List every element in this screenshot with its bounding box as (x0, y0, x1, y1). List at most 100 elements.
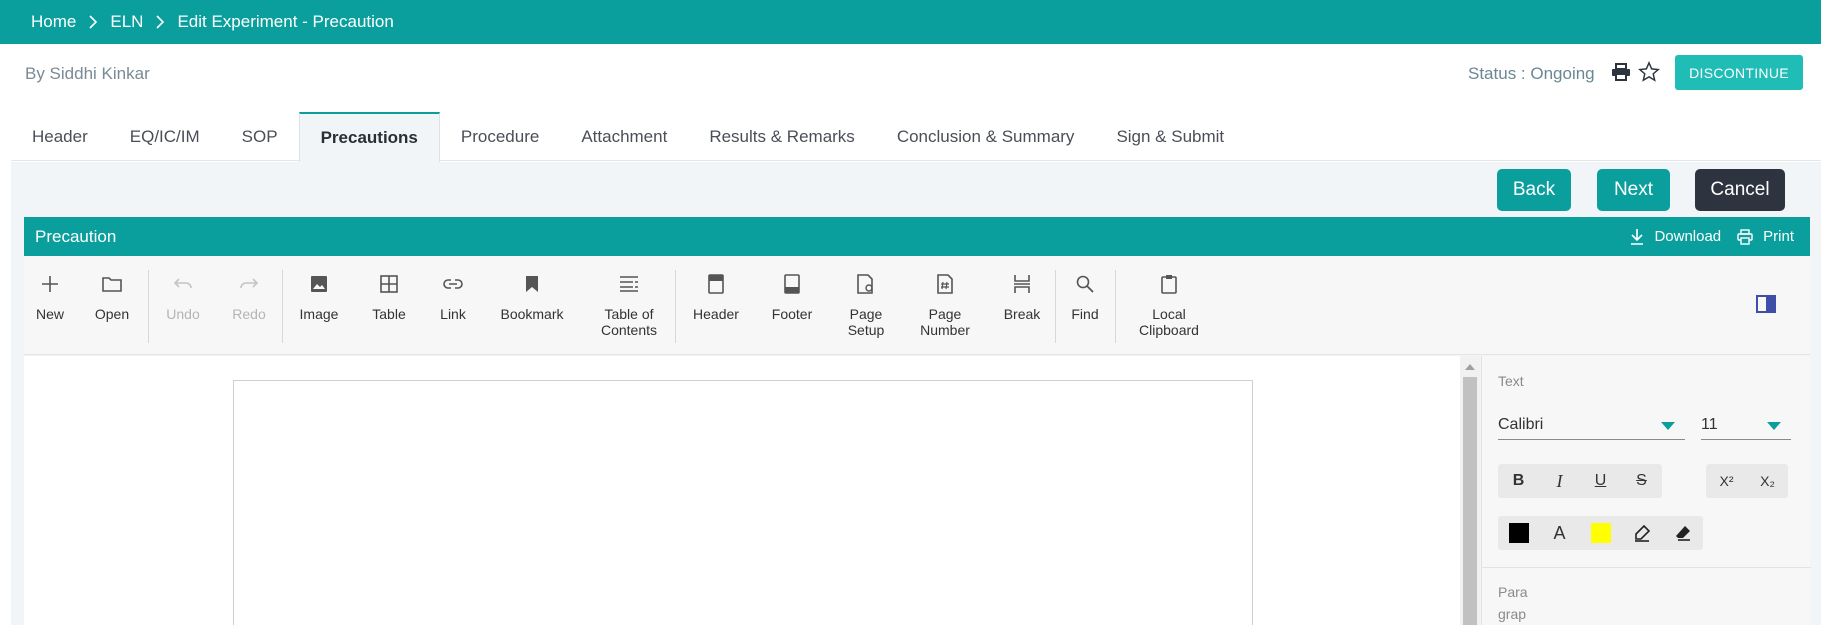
text-style-group: B I U S (1498, 464, 1662, 498)
breadcrumb-eln[interactable]: ELN (110, 12, 143, 32)
link-icon (441, 272, 465, 296)
chevron-right-icon (155, 15, 165, 29)
toolbar-new[interactable]: New (35, 272, 65, 322)
author-text: By Siddhi Kinkar (25, 64, 150, 83)
toolbar-divider (282, 270, 283, 343)
toolbar-page-number[interactable]: Page Number (917, 272, 973, 338)
table-icon (377, 272, 401, 296)
tab-sop[interactable]: SOP (221, 112, 299, 161)
header-icon (704, 272, 728, 296)
page-number-icon (933, 272, 957, 296)
table-of-contents-icon (617, 272, 641, 296)
panel-header: Precaution Download Print (24, 217, 1810, 256)
tab-procedure[interactable]: Procedure (440, 112, 560, 161)
tab-conclusion-summary[interactable]: Conclusion & Summary (876, 112, 1096, 161)
highlighter-icon (1634, 524, 1650, 542)
toolbar-header[interactable]: Header (690, 272, 742, 322)
page-break-icon (1010, 272, 1034, 296)
highlight-swatch-button[interactable] (1580, 516, 1621, 550)
section-divider (1482, 567, 1811, 568)
next-button[interactable]: Next (1597, 169, 1670, 211)
toolbar-bookmark[interactable]: Bookmark (496, 272, 568, 322)
clear-format-button[interactable] (1662, 516, 1703, 550)
toggle-properties-pane[interactable] (1754, 292, 1778, 326)
font-color-button[interactable]: A (1539, 516, 1580, 550)
toolbar-page-setup[interactable]: Page Setup (846, 272, 886, 338)
properties-pane: Text Calibri 11 B I U S X² X₂ A Para gra… (1481, 356, 1811, 625)
breadcrumb: Home ELN Edit Experiment - Precaution (0, 0, 1821, 44)
script-group: X² X₂ (1706, 464, 1788, 498)
editor-scrollbar[interactable] (1460, 356, 1480, 625)
breadcrumb-current: Edit Experiment - Precaution (177, 12, 394, 31)
chevron-right-icon (88, 15, 98, 29)
tab-results-remarks[interactable]: Results & Remarks (688, 112, 875, 161)
print-icon (1737, 228, 1753, 245)
search-icon (1073, 272, 1097, 296)
toolbar-break[interactable]: Break (1001, 272, 1043, 322)
scrollbar-thumb[interactable] (1463, 377, 1477, 625)
color-group: A (1498, 516, 1703, 550)
tab-header[interactable]: Header (11, 112, 109, 161)
toolbar-open[interactable]: Open (95, 272, 129, 322)
paragraph-section-label: Para grap (1498, 584, 1528, 622)
bold-button[interactable]: B (1498, 464, 1539, 498)
underline-button[interactable]: U (1580, 464, 1621, 498)
tab-attachment[interactable]: Attachment (560, 112, 688, 161)
download-label: Download (1654, 228, 1722, 245)
document-page[interactable] (233, 380, 1253, 625)
text-section-label: Text (1498, 373, 1524, 389)
strikethrough-button[interactable]: S (1621, 464, 1662, 498)
cancel-button[interactable]: Cancel (1695, 169, 1785, 211)
back-button[interactable]: Back (1497, 169, 1571, 211)
toolbar-local-clipboard[interactable]: Local Clipboard (1130, 272, 1208, 338)
toolbar-divider (675, 270, 676, 343)
panel-title: Precaution (35, 226, 117, 246)
toolbar-redo[interactable]: Redo (231, 272, 267, 322)
download-button[interactable]: Download (1630, 228, 1721, 246)
image-icon (307, 272, 331, 296)
toolbar-divider (1115, 270, 1116, 343)
scroll-up-arrow-icon[interactable] (1465, 364, 1475, 370)
highlight-color-swatch (1590, 523, 1611, 543)
font-family-dropdown[interactable]: Calibri (1498, 410, 1685, 440)
tab-eq-ic-im[interactable]: EQ/IC/IM (109, 112, 221, 161)
breadcrumb-home[interactable]: Home (31, 12, 76, 32)
print-label: Print (1763, 228, 1794, 245)
font-color-swatch (1508, 523, 1529, 543)
footer-icon (780, 272, 804, 296)
font-size-value: 11 (1701, 415, 1718, 433)
toolbar-table-of-contents[interactable]: Table of Contents (597, 272, 661, 338)
tab-precautions[interactable]: Precautions (298, 112, 440, 162)
toolbar-undo[interactable]: Undo (165, 272, 201, 322)
subscript-button[interactable]: X₂ (1747, 464, 1788, 498)
italic-button[interactable]: I (1539, 464, 1580, 498)
tab-sign-submit[interactable]: Sign & Submit (1095, 112, 1245, 161)
font-size-dropdown[interactable]: 11 (1701, 410, 1791, 440)
font-family-value: Calibri (1498, 415, 1544, 433)
dropdown-caret-icon (1661, 422, 1675, 430)
undo-icon (171, 272, 195, 296)
toolbar-find[interactable]: Find (1069, 272, 1101, 322)
editor-toolbar: New Open Undo Redo Image Table Link Book… (24, 256, 1810, 355)
page-setup-icon (854, 272, 878, 296)
toolbar-link[interactable]: Link (437, 272, 469, 322)
print-icon[interactable] (1609, 60, 1633, 84)
print-button[interactable]: Print (1737, 228, 1794, 245)
toolbar-divider (148, 270, 149, 343)
eraser-icon (1675, 526, 1690, 541)
status-text: Status : Ongoing (1468, 64, 1595, 83)
toolbar-divider (1055, 270, 1056, 343)
plus-icon (38, 272, 62, 296)
redo-icon (237, 272, 261, 296)
toolbar-footer[interactable]: Footer (769, 272, 815, 322)
star-icon[interactable] (1637, 60, 1661, 84)
discontinue-button[interactable]: DISCONTINUE (1675, 55, 1803, 90)
toolbar-image[interactable]: Image (297, 272, 341, 322)
properties-pane-icon (1754, 292, 1778, 316)
font-color-swatch-button[interactable] (1498, 516, 1539, 550)
download-icon (1631, 228, 1644, 245)
bookmark-icon (520, 272, 544, 296)
highlight-button[interactable] (1621, 516, 1662, 550)
superscript-button[interactable]: X² (1706, 464, 1747, 498)
toolbar-table[interactable]: Table (369, 272, 409, 322)
